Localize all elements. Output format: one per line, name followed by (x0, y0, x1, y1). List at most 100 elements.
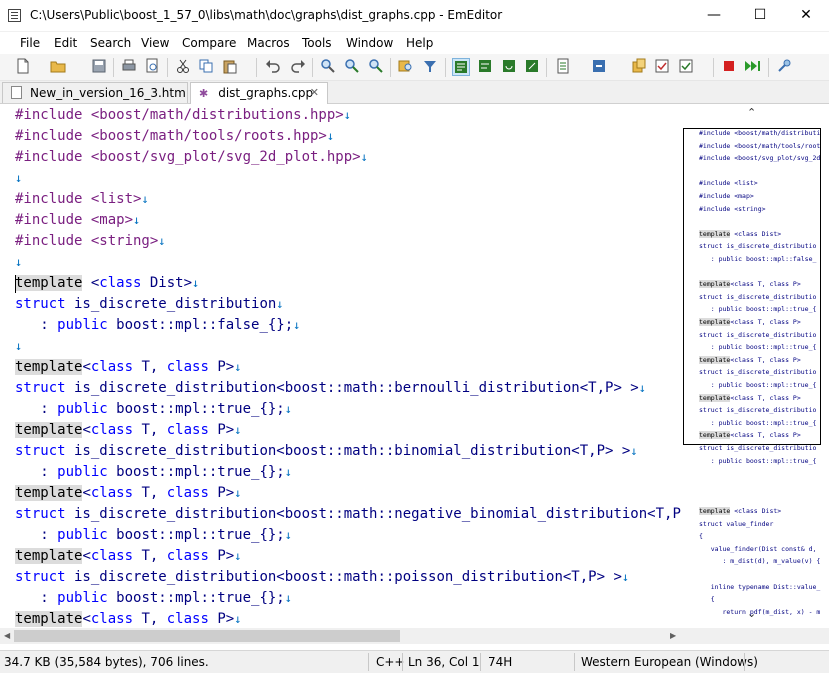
minimap-up-icon[interactable]: ⌃ (747, 106, 756, 119)
code-line: #include <list>↓ (15, 191, 149, 207)
status-bar: 34.7 KB (35,584 bytes), 706 lines. C++ L… (0, 650, 829, 673)
menu-macros[interactable]: Macros (247, 36, 290, 50)
horizontal-scrollbar[interactable]: ◀ ▶ (0, 628, 681, 644)
minimap-line: template<class T, class P> (699, 355, 801, 364)
status-encoding[interactable]: Western European (Windows) (581, 655, 758, 669)
fullscreen-icon[interactable] (523, 58, 541, 76)
status-file-size: 34.7 KB (35,584 bytes), 706 lines. (4, 655, 209, 669)
menu-view[interactable]: View (141, 36, 169, 50)
print-icon[interactable] (120, 58, 138, 76)
code-line: struct is_discrete_distribution↓ (15, 296, 284, 312)
record-macro-icon[interactable] (720, 58, 738, 76)
encoding-icon[interactable] (590, 58, 608, 76)
menu-window[interactable]: Window (346, 36, 393, 50)
menu-bar: File Edit Search View Compare Macros Too… (0, 32, 829, 54)
copy-icon[interactable] (197, 58, 215, 76)
menu-file[interactable]: File (20, 36, 40, 50)
newline-mark: ↓ (234, 612, 242, 626)
minimap-line: #include <string> (699, 204, 766, 213)
code-line: : public boost::mpl::true_{};↓ (15, 401, 292, 417)
code-line: ↓ (15, 168, 22, 189)
code-line: struct is_discrete_distribution<boost::m… (15, 569, 630, 585)
open-folder-icon[interactable] (50, 58, 68, 76)
file-icon (11, 86, 22, 99)
minimap-line: struct value_finder (699, 519, 774, 528)
newline-mark: ↓ (15, 339, 23, 353)
newline-mark: ↓ (276, 297, 284, 311)
code-line: : public boost::mpl::true_{};↓ (15, 464, 292, 480)
newline-mark: ↓ (343, 108, 351, 122)
newline-mark: ↓ (133, 213, 141, 227)
app-icon (8, 9, 21, 22)
print-preview-icon[interactable] (143, 58, 161, 76)
find-next-icon[interactable] (343, 58, 361, 76)
newline-mark: ↓ (326, 129, 335, 143)
paste-icon[interactable] (222, 58, 240, 76)
close-button[interactable]: ✕ (783, 0, 829, 31)
wrap-page-icon[interactable] (500, 58, 518, 76)
run-macro-icon[interactable] (743, 58, 763, 76)
code-line: template<class T, class P>↓ (15, 548, 242, 564)
filter-icon[interactable] (421, 58, 439, 76)
menu-edit[interactable]: Edit (54, 36, 77, 50)
menu-help[interactable]: Help (406, 36, 433, 50)
code-line: : public boost::mpl::true_{};↓ (15, 527, 292, 543)
newline-mark: ↓ (284, 465, 292, 479)
wrap-window-icon[interactable] (476, 58, 494, 76)
undo-icon[interactable] (264, 58, 282, 76)
tab-new-in-version[interactable]: New_in_version_16_3.htm * (2, 82, 196, 103)
maximize-button[interactable]: ☐ (737, 0, 783, 31)
code-line: template<class T, class P>↓ (15, 359, 242, 375)
minimize-button[interactable]: — (691, 0, 737, 31)
tab-label: New_in_version_16_3.htm * (30, 86, 196, 100)
find-in-files-icon[interactable] (397, 58, 415, 76)
title-bar: C:\Users\Public\boost_1_57_0\libs\math\d… (0, 0, 829, 32)
word-wrap-icon[interactable] (452, 58, 470, 76)
newline-mark: ↓ (630, 444, 638, 458)
minimap-line: #include <boost/math/tools/root (699, 141, 821, 150)
newline-mark: ↓ (360, 150, 368, 164)
tab-dist-graphs[interactable]: ✱ dist_graphs.cpp ✕ (190, 82, 328, 104)
minimap-line: struct is_discrete_distributio (699, 406, 817, 415)
minimap-line: value_finder(Dist const& d, (699, 544, 817, 553)
cut-icon[interactable] (174, 58, 192, 76)
minimap-line: struct is_discrete_distributio (699, 330, 817, 339)
newline-mark: ↓ (284, 402, 292, 416)
minimap-line: #include <boost/svg_plot/svg_2d (699, 154, 821, 163)
minimap[interactable]: ⌃ ⌄ #include <boost/math/distributi #incl… (681, 104, 829, 644)
code-line: #include <boost/svg_plot/svg_2d_plot.hpp… (15, 149, 368, 165)
bookmark-icon[interactable] (653, 58, 671, 76)
config-icon[interactable] (554, 58, 572, 76)
minimap-line: #include <list> (699, 179, 758, 188)
code-line: #include <boost/math/tools/roots.hpp>↓ (15, 128, 335, 144)
code-line: struct is_discrete_distribution<boost::m… (15, 443, 638, 459)
scroll-right-icon[interactable]: ▶ (670, 631, 676, 640)
minimap-line: inline typename Dist::value_ (699, 582, 821, 591)
new-file-icon[interactable] (14, 58, 32, 76)
minimap-line: #include <map> (699, 192, 754, 200)
status-language[interactable]: C++ (376, 655, 405, 669)
find-icon[interactable] (319, 58, 337, 76)
status-position[interactable]: Ln 36, Col 1 (408, 655, 480, 669)
save-icon[interactable] (90, 58, 108, 76)
redo-icon[interactable] (289, 58, 307, 76)
plugin-icon[interactable] (630, 58, 648, 76)
newline-mark: ↓ (284, 528, 292, 542)
scroll-thumb[interactable] (14, 630, 400, 642)
minimap-line: : public boost::mpl::true_{ (699, 418, 817, 427)
minimap-line: template<class T, class P> (699, 280, 801, 289)
menu-compare[interactable]: Compare (182, 36, 236, 50)
close-tab-button[interactable]: ✕ (310, 83, 319, 103)
pin-icon: ✱ (199, 87, 209, 100)
find-prev-icon[interactable] (367, 58, 385, 76)
code-line: struct is_discrete_distribution<boost::m… (15, 506, 681, 522)
tools-icon[interactable] (677, 58, 695, 76)
scroll-left-icon[interactable]: ◀ (4, 631, 10, 640)
menu-search[interactable]: Search (90, 36, 131, 50)
code-editor[interactable]: #include <boost/math/distributions.hpp>↓… (0, 104, 681, 628)
menu-tools[interactable]: Tools (302, 36, 332, 50)
status-char-code: 74H (488, 655, 513, 669)
code-line: ↓ (15, 336, 22, 357)
newline-mark: ↓ (234, 486, 242, 500)
customize-icon[interactable] (775, 58, 793, 76)
